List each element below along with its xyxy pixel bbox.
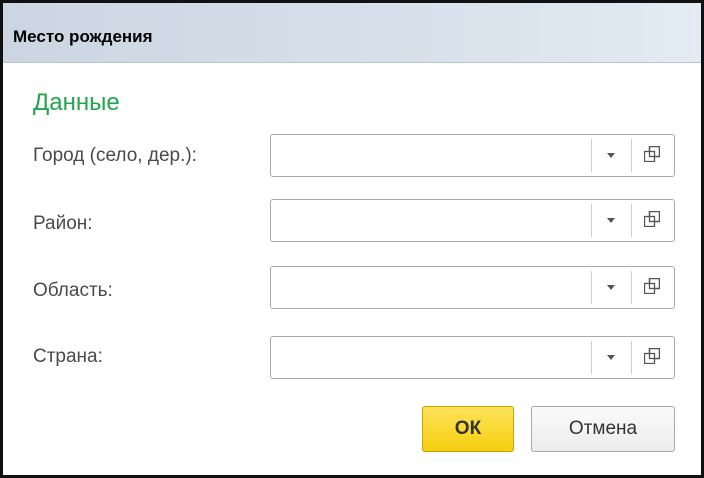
country-field: [270, 336, 675, 379]
ok-button[interactable]: ОК: [422, 406, 514, 452]
open-window-icon: [644, 211, 660, 227]
open-window-icon: [644, 146, 660, 162]
region-dropdown-button[interactable]: [592, 267, 631, 308]
district-dropdown-button[interactable]: [592, 200, 631, 241]
city-input[interactable]: [271, 135, 591, 176]
chevron-down-icon: [607, 153, 615, 158]
dialog-window: Место рождения Данные Город (село, дер.)…: [0, 0, 704, 478]
district-open-button[interactable]: [632, 200, 674, 241]
country-input[interactable]: [271, 337, 591, 378]
window-title: Место рождения: [13, 27, 153, 46]
city-label: Город (село, дер.):: [33, 145, 197, 166]
city-field: [270, 134, 675, 177]
district-input[interactable]: [271, 200, 591, 241]
region-input[interactable]: [271, 267, 591, 308]
country-open-button[interactable]: [632, 337, 674, 378]
region-field: [270, 266, 675, 309]
district-field: [270, 199, 675, 242]
open-window-icon: [644, 278, 660, 294]
city-open-button[interactable]: [632, 135, 674, 176]
title-bar[interactable]: Место рождения: [3, 3, 701, 63]
chevron-down-icon: [607, 355, 615, 360]
city-dropdown-button[interactable]: [592, 135, 631, 176]
section-title: Данные: [33, 89, 120, 116]
district-label: Район:: [33, 213, 93, 234]
cancel-button[interactable]: Отмена: [531, 406, 675, 452]
region-label: Область:: [33, 280, 113, 301]
country-dropdown-button[interactable]: [592, 337, 631, 378]
chevron-down-icon: [607, 285, 615, 290]
region-open-button[interactable]: [632, 267, 674, 308]
country-label: Страна:: [33, 346, 103, 367]
open-window-icon: [644, 348, 660, 364]
chevron-down-icon: [607, 218, 615, 223]
